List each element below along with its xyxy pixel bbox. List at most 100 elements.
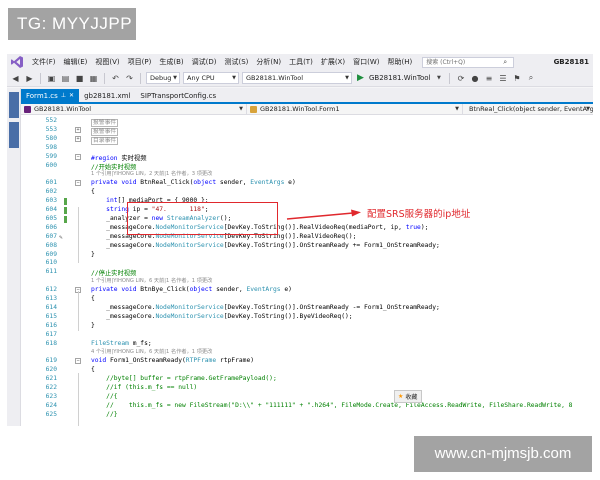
platform-select[interactable]: Any CPU ▼ (183, 72, 239, 84)
class-dropdown[interactable]: GB28181.WinTool.Form1 ▼ (247, 103, 463, 115)
menu-item[interactable]: 窗口(W) (349, 57, 383, 67)
codelens-row[interactable]: 1 个引用|YIHONG LIN，6 天前|1 名作者，1 项更改 (21, 277, 593, 285)
run-dropdown-icon[interactable]: ▼ (433, 73, 444, 84)
member-dropdown[interactable]: BtnReal_Click(object sender, EventArgs e… (463, 104, 593, 115)
document-tab[interactable]: Form1.cs ⊥ ✕ (21, 89, 80, 102)
line-number: 620 (45, 366, 57, 374)
menu-item[interactable]: 文件(F) (28, 57, 60, 67)
visual-studio-window: 文件(F) 编辑(E) 视图(V) 项目(P) 生成(B) 调试(D) 测试(S) 分析(N)… (7, 54, 593, 426)
toolbar-separator (449, 72, 451, 84)
code-editor[interactable]: 625 //} 624 // this.m_fs = new FileStream… (21, 115, 593, 426)
code-text: 报警事件 (91, 119, 119, 127)
code-line[interactable]: 611 //停止实时视频 (21, 268, 593, 277)
codelens-row[interactable]: 1 个引用|YIHONG LIN，2 天前|1 名作者，3 项更改 (21, 170, 593, 178)
undo-icon[interactable]: ↶ (110, 73, 121, 84)
comment-icon[interactable]: ☰ (497, 73, 508, 84)
toolbar-separator (140, 72, 141, 84)
code-line[interactable]: 612−private void BtnBye_Click(object sen… (21, 286, 593, 294)
code-line[interactable]: 610 (21, 259, 593, 267)
search-input[interactable]: 搜索 (Ctrl+Q) (422, 56, 515, 68)
format-icon[interactable]: ≡ (483, 73, 494, 84)
menu-item[interactable]: 调试(D) (188, 57, 221, 67)
code-line[interactable]: 615 _messageCore.NodeMonitorService[DevK… (21, 313, 593, 321)
open-file-icon[interactable]: ▤ (60, 73, 71, 84)
fold-toggle-icon[interactable]: − (75, 180, 81, 187)
code-text: //开始实时视频 (91, 163, 137, 171)
line-number: 618 (45, 339, 57, 347)
close-icon[interactable]: ✕ (69, 92, 74, 99)
find-icon[interactable]: ⌕ (525, 73, 536, 84)
line-number: 616 (45, 321, 57, 329)
code-line[interactable]: 621 //byte[] buffer = rtpFrame.GetFrameP… (21, 375, 593, 383)
project-dropdown[interactable]: GB28181.WinTool ▼ (21, 103, 247, 115)
code-line[interactable]: 619 − void Form1_OnStreamReady(RTPFrame rt… (21, 357, 593, 365)
favorite-label: 收藏 (405, 394, 418, 401)
code-line[interactable]: 625 //} (21, 411, 593, 419)
navigate-back-icon[interactable]: ◀ (10, 73, 21, 84)
code-line[interactable]: 623 //{ (21, 393, 593, 401)
save-icon[interactable]: ■ (74, 73, 85, 84)
change-marker (64, 207, 67, 214)
redo-icon[interactable]: ↷ (124, 73, 135, 84)
menu-item[interactable]: 帮助(H) (383, 57, 416, 67)
code-text: { (91, 295, 95, 302)
run-target-label[interactable]: GB28181.WinTool (369, 74, 430, 82)
document-tab[interactable]: SIPTransportConfig.cs (135, 89, 221, 102)
code-line[interactable]: 552 报警事件 (21, 117, 593, 127)
menu-item[interactable]: 视图(V) (91, 57, 123, 67)
code-line[interactable]: 609} (21, 251, 593, 259)
code-line[interactable]: 616} (21, 322, 593, 330)
fold-toggle-icon[interactable]: − (75, 358, 81, 365)
document-tab[interactable]: gb28181.xml (79, 89, 135, 102)
code-line[interactable]: 620 { (21, 366, 593, 374)
code-line[interactable]: 603 int[] mediaPort = { 9000 }; (21, 197, 593, 206)
fold-toggle-icon[interactable]: − (75, 153, 81, 160)
line-number: 607 (45, 232, 57, 240)
server-explorer-tab[interactable] (9, 92, 19, 118)
hot-reload-icon[interactable]: ⟳ (455, 73, 466, 84)
code-line[interactable]: 600 //开始实时视频 (21, 162, 593, 171)
code-line[interactable]: 617 (21, 331, 593, 339)
code-line[interactable]: 607 ✎ _messageCore.NodeMonitorService[Dev… (21, 233, 593, 241)
line-number: 605 (45, 214, 57, 222)
menu-item[interactable]: 测试(S) (220, 57, 252, 67)
code-line[interactable]: 624 // this.m_fs = new FileStream("D:\\"… (21, 402, 593, 410)
fold-toggle-icon[interactable]: + (75, 126, 81, 133)
code-line[interactable]: 553 + 报警事件 (21, 126, 593, 136)
menu-item[interactable]: 工具(T) (285, 57, 317, 67)
menu-item[interactable]: 分析(N) (252, 57, 285, 67)
fold-toggle-icon[interactable]: + (75, 135, 81, 142)
pin-icon[interactable]: ⊥ (61, 92, 66, 99)
new-project-icon[interactable]: ▣ (46, 73, 57, 84)
favorite-popup[interactable]: ★ 收藏 (394, 390, 423, 403)
code-line[interactable]: 606 _messageCore.NodeMonitorService[DevK… (21, 224, 593, 232)
save-all-icon[interactable]: ▦ (88, 73, 99, 84)
code-line[interactable]: 599 − #region 实时视频 (21, 153, 593, 162)
toolbox-tab[interactable] (9, 122, 19, 148)
code-line[interactable]: 613 { (21, 295, 593, 303)
breakpoint-icon[interactable]: ● (469, 73, 480, 84)
navigate-forward-icon[interactable]: ▶ (24, 73, 35, 84)
code-line[interactable]: 580 + 目录事件 (21, 135, 593, 145)
code-text: //{ (106, 392, 118, 400)
code-line[interactable]: 601 − private void BtnReal_Click(object se… (21, 179, 593, 187)
code-line[interactable]: 614 _messageCore.NodeMonitorService[DevK… (21, 304, 593, 312)
code-line[interactable]: 608 _messageCore.NodeMonitorService[DevK… (21, 242, 593, 250)
start-debugging-icon[interactable]: ▶ (355, 73, 366, 84)
menu-item[interactable]: 项目(P) (124, 57, 156, 67)
menu-item[interactable]: 生成(B) (155, 57, 187, 67)
startup-project-select[interactable]: GB28181.WinTool ▼ (242, 72, 352, 84)
code-line[interactable]: 602 { (21, 188, 593, 196)
configuration-select[interactable]: Debug ▼ (146, 72, 180, 84)
bookmark-icon[interactable]: ⚑ (511, 73, 522, 84)
annotation-label: 配置SRS服务器的ip地址 (367, 209, 471, 220)
visual-studio-logo-icon[interactable] (10, 55, 24, 69)
code-line[interactable]: 622 //if (this.m_fs == null) (21, 384, 593, 392)
code-line[interactable]: 618 FileStream m_fs; (21, 340, 593, 348)
menu-item[interactable]: 编辑(E) (60, 57, 92, 67)
codelens-row[interactable]: 4 个引用|YIHONG LIN，6 天前|1 名作者，1 项更改 (21, 348, 593, 356)
edit-pencil-icon[interactable]: ✎ (59, 234, 63, 241)
code-line[interactable]: 598 (21, 144, 593, 152)
line-number: 617 (45, 330, 57, 338)
menu-item[interactable]: 扩展(X) (317, 57, 349, 67)
